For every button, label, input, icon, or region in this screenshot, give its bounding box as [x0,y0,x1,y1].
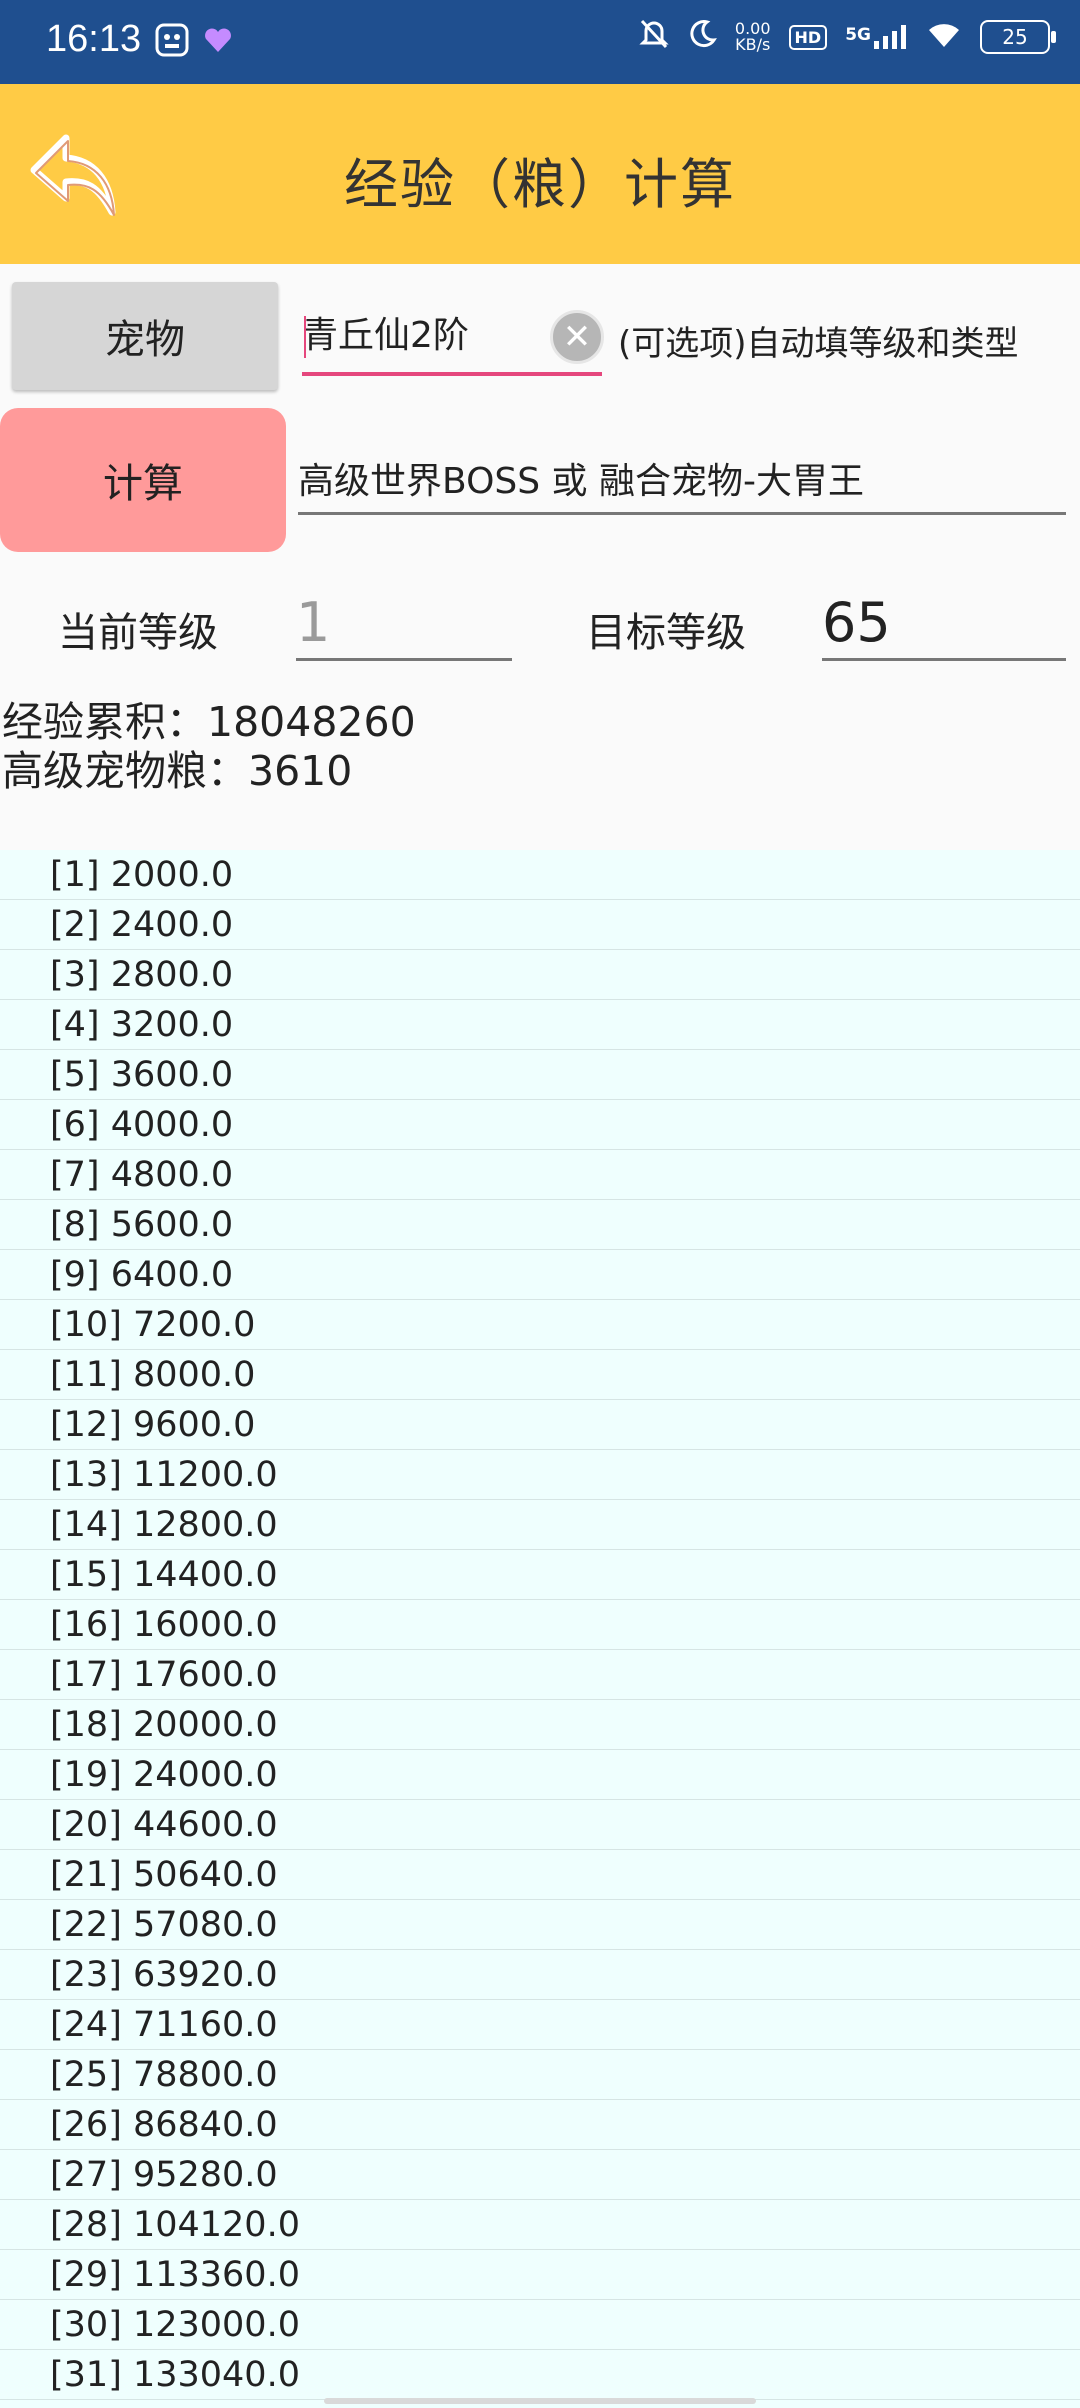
exp-total: 经验累积：18048260 [2,698,416,746]
list-item: [19] 24000.0 [0,1750,1080,1800]
list-item: [24] 71160.0 [0,2000,1080,2050]
exp-list[interactable]: [1] 2000.0 [2] 2400.0 [3] 2800.0 [4] 3200.0… [0,850,1080,2408]
net-speed: 0.00 KB/s [735,21,771,53]
list-item: [9] 6400.0 [0,1250,1080,1300]
list-item: [22] 57080.0 [0,1900,1080,1950]
list-item: [18] 20000.0 [0,1700,1080,1750]
battery-level: 25 [1002,25,1028,49]
list-item: [14] 12800.0 [0,1500,1080,1550]
list-item: [7] 4800.0 [0,1150,1080,1200]
current-level-label: 当前等级 [58,610,218,656]
list-item: [30] 123000.0 [0,2300,1080,2350]
current-level-input[interactable]: 1 [296,588,512,661]
list-item: [27] 95280.0 [0,2150,1080,2200]
type-field[interactable]: 高级世界BOSS 或 融合宠物-大胃王 [298,452,1066,515]
list-item: [25] 78800.0 [0,2050,1080,2100]
pet-hint: (可选项)自动填等级和类型 [618,324,1019,364]
list-item: [3] 2800.0 [0,950,1080,1000]
list-item: [13] 11200.0 [0,1450,1080,1500]
wifi-icon [926,19,962,55]
list-item: [11] 8000.0 [0,1350,1080,1400]
mute-bell-icon [639,18,669,56]
status-icons: 0.00 KB/s HD 5G 25 [639,18,1056,56]
list-item: [10] 7200.0 [0,1300,1080,1350]
status-time: 16:13 [46,18,142,60]
list-item: [23] 63920.0 [0,1950,1080,2000]
list-item: [31] 133040.0 [0,2350,1080,2400]
clear-icon[interactable]: ✕ [550,310,604,364]
app-notification-icon [154,22,190,58]
list-item: [2] 2400.0 [0,900,1080,950]
pet-input-value: 青丘仙2阶 [302,315,469,356]
list-item: [29] 113360.0 [0,2250,1080,2300]
list-item: [17] 17600.0 [0,1650,1080,1700]
list-item: [15] 14400.0 [0,1550,1080,1600]
network-type: 5G [845,25,871,45]
hd-icon: HD [788,24,828,50]
net-speed-unit: KB/s [735,35,771,54]
list-item: [26] 86840.0 [0,2100,1080,2150]
list-item: [1] 2000.0 [0,850,1080,900]
list-item: [5] 3600.0 [0,1050,1080,1100]
result-summary: 经验累积：18048260 高级宠物粮：3610 [2,698,416,796]
page-title: 经验（粮）计算 [344,153,736,216]
heart-notification-icon [200,22,236,58]
list-item: [4] 3200.0 [0,1000,1080,1050]
list-item: [8] 5600.0 [0,1200,1080,1250]
cell-signal-icon: 5G [845,25,908,49]
scroll-indicator [324,2398,756,2404]
calculate-button[interactable]: 计算 [0,408,286,552]
list-item: [28] 104120.0 [0,2200,1080,2250]
text-cursor [304,316,306,358]
app-header: 经验（粮）计算 [0,84,1080,264]
pet-button[interactable]: 宠物 [12,282,278,390]
list-item: [12] 9600.0 [0,1400,1080,1450]
food-total: 高级宠物粮：3610 [2,747,353,795]
battery-icon: 25 [980,20,1056,54]
list-item: [21] 50640.0 [0,1850,1080,1900]
target-level-label: 目标等级 [586,610,746,656]
list-item: [6] 4000.0 [0,1100,1080,1150]
target-level-input[interactable]: 65 [822,588,1066,661]
list-item: [16] 16000.0 [0,1600,1080,1650]
list-item: [20] 44600.0 [0,1800,1080,1850]
status-bar: 16:13 0.00 KB/s HD 5G 25 [0,0,1080,84]
moon-icon [687,18,717,56]
